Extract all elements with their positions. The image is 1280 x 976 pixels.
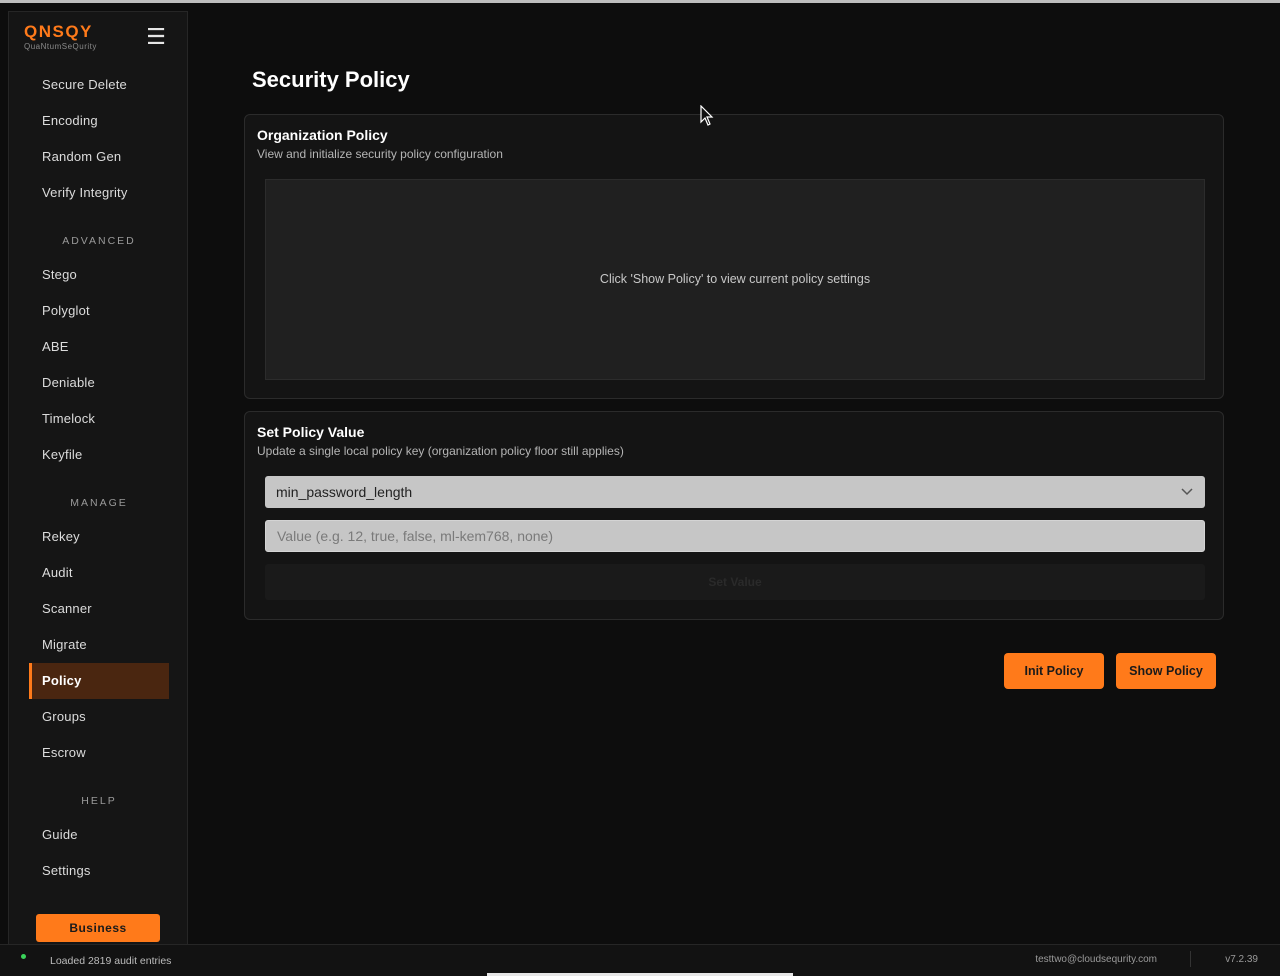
status-message: Loaded 2819 audit entries [50, 955, 172, 967]
sidebar-item-guide[interactable]: Guide [29, 817, 169, 853]
sidebar-item-migrate[interactable]: Migrate [29, 627, 169, 663]
organization-policy-card: Organization Policy View and initialize … [244, 114, 1224, 399]
sidebar-item-deniable[interactable]: Deniable [29, 365, 169, 401]
page-title: Security Policy [252, 67, 410, 92]
logo: QNSQY QuaNtumSeQurity [24, 22, 97, 52]
section-label-advanced: ADVANCED [62, 235, 136, 247]
section-label-help: HELP [81, 795, 117, 807]
sidebar-item-audit[interactable]: Audit [29, 555, 169, 591]
sidebar-item-scanner[interactable]: Scanner [29, 591, 169, 627]
connection-status-dot-icon [21, 954, 26, 959]
card-title: Set Policy Value [257, 424, 365, 440]
sidebar-item-polyglot[interactable]: Polyglot [29, 293, 169, 329]
policy-key-select[interactable]: min_password_length [265, 476, 1205, 508]
plan-badge-button[interactable]: Business [36, 914, 160, 942]
status-user-email: testtwo@cloudsequrity.com [1035, 954, 1157, 965]
status-bar: Loaded 2819 audit entries testtwo@clouds… [0, 944, 1280, 976]
card-title: Organization Policy [257, 127, 388, 143]
policy-key-selected-value: min_password_length [276, 484, 413, 500]
policy-empty-message: Click 'Show Policy' to view current poli… [599, 272, 871, 286]
sidebar-item-random-gen[interactable]: Random Gen [29, 139, 169, 175]
sidebar-item-abe[interactable]: ABE [29, 329, 169, 365]
card-subtitle: Update a single local policy key (organi… [257, 444, 624, 458]
hamburger-menu-icon[interactable]: ☰ [145, 26, 167, 48]
sidebar-item-rekey[interactable]: Rekey [29, 519, 169, 555]
status-version: v7.2.39 [1225, 954, 1258, 965]
sidebar-item-policy[interactable]: Policy [29, 663, 169, 699]
sidebar-item-secure-delete[interactable]: Secure Delete [29, 67, 169, 103]
set-value-button[interactable]: Set Value [265, 564, 1205, 600]
logo-wordmark: QNSQY [24, 22, 93, 41]
sidebar-item-escrow[interactable]: Escrow [29, 735, 169, 771]
set-policy-value-card: Set Policy Value Update a single local p… [244, 411, 1224, 620]
sidebar-item-settings[interactable]: Settings [29, 853, 169, 889]
sidebar-item-verify-integrity[interactable]: Verify Integrity [29, 175, 169, 211]
status-divider [1190, 951, 1191, 967]
sidebar-item-stego[interactable]: Stego [29, 257, 169, 293]
show-policy-button[interactable]: Show Policy [1116, 653, 1216, 689]
sidebar: QNSQY QuaNtumSeQurity ☰ Secure Delete En… [8, 11, 188, 944]
section-label-manage: MANAGE [70, 497, 128, 509]
mouse-pointer-icon [700, 105, 714, 126]
card-subtitle: View and initialize security policy conf… [257, 147, 503, 161]
chevron-down-icon [1181, 488, 1193, 496]
sidebar-item-keyfile[interactable]: Keyfile [29, 437, 169, 473]
app-root: QNSQY QuaNtumSeQurity ☰ Secure Delete En… [0, 3, 1280, 944]
policy-value-input[interactable] [265, 520, 1205, 552]
init-policy-button[interactable]: Init Policy [1004, 653, 1104, 689]
sidebar-item-groups[interactable]: Groups [29, 699, 169, 735]
sidebar-item-encoding[interactable]: Encoding [29, 103, 169, 139]
logo-tagline: QuaNtumSeQurity [24, 42, 97, 51]
sidebar-item-timelock[interactable]: Timelock [29, 401, 169, 437]
policy-display-panel: Click 'Show Policy' to view current poli… [265, 179, 1205, 380]
